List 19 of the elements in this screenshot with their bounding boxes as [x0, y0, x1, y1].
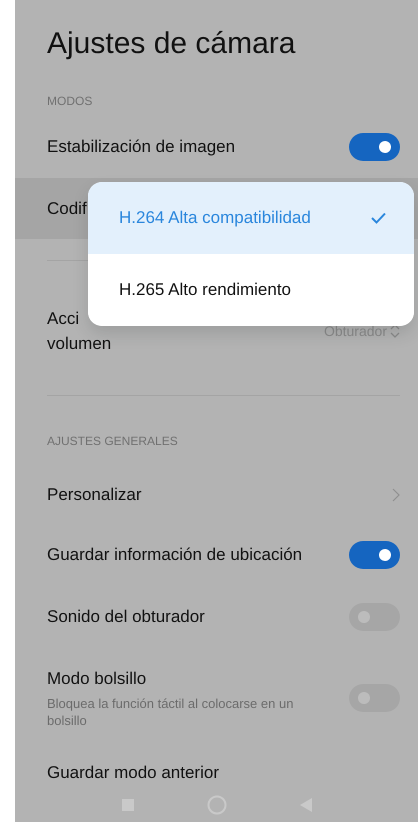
setting-label: Codif	[47, 198, 87, 220]
setting-label: Acci	[47, 308, 80, 330]
setting-label: Personalizar	[47, 484, 142, 506]
setting-label: Modo bolsillo	[47, 668, 148, 690]
updown-chevron-icon	[390, 324, 400, 338]
setting-description: Bloquea la función táctil al colocarse en un bolsillo	[47, 696, 294, 730]
setting-label: Guardar modo anterior	[47, 762, 219, 784]
setting-label: Estabilización de imagen	[47, 136, 236, 158]
checkmark-icon	[371, 212, 386, 224]
setting-label: Sonido del obturador	[47, 606, 205, 628]
page-title: Ajustes de cámara	[46, 26, 296, 62]
dropdown-option[interactable]: H.265 Alto rendimiento	[88, 254, 414, 326]
setting-label: Guardar información de ubicación	[47, 544, 302, 566]
setting-label: volumen	[47, 333, 112, 355]
section-header: MODOS	[46, 93, 94, 110]
toggle-switch[interactable]	[349, 541, 400, 569]
chevron-right-icon	[392, 488, 400, 502]
section-header: AJUSTES GENERALES	[46, 433, 179, 450]
toggle-switch[interactable]	[349, 133, 400, 161]
